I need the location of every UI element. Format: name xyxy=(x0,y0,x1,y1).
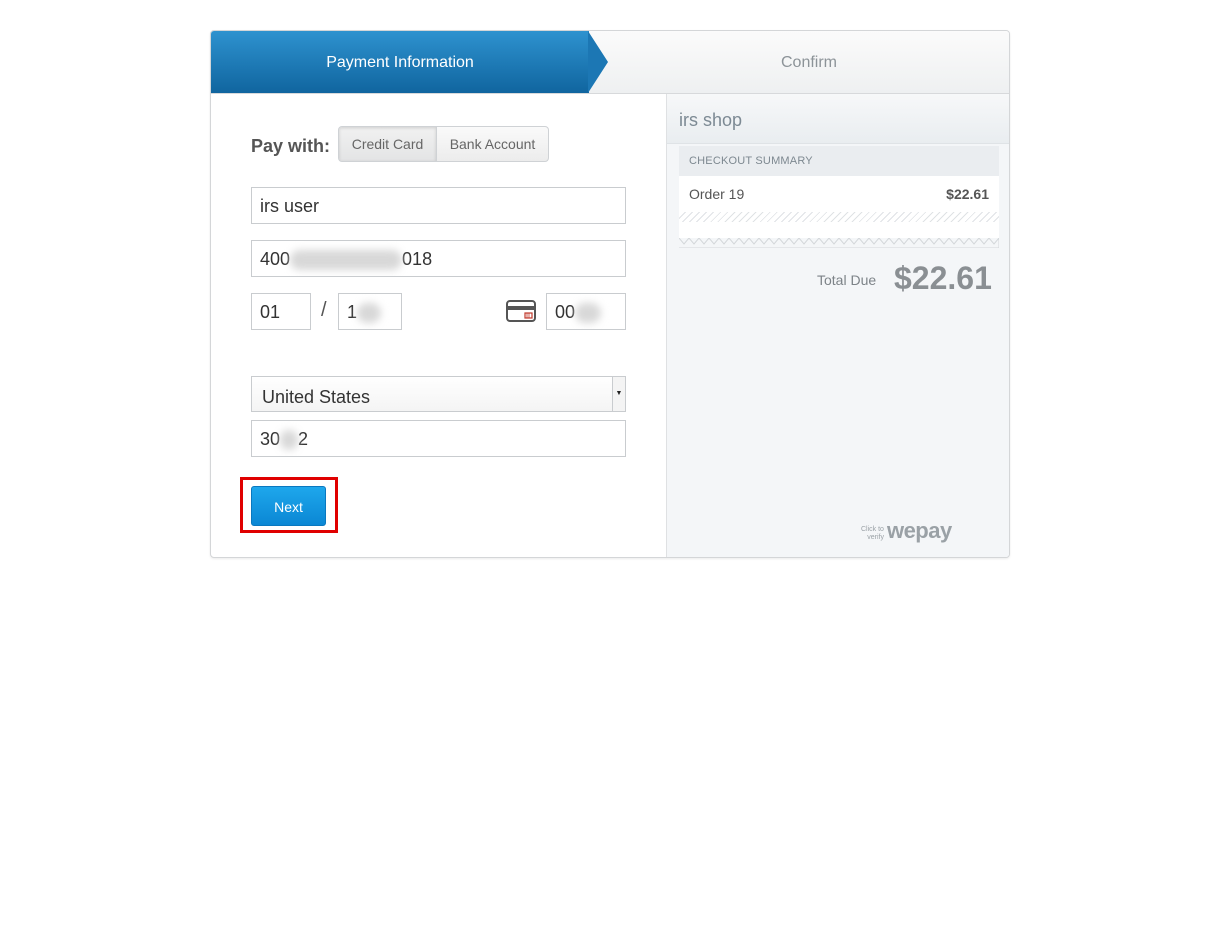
exp-month-input[interactable]: 01 xyxy=(251,293,311,330)
receipt-hatch xyxy=(679,212,999,222)
wepay-verify-link[interactable]: Click to verify wepay xyxy=(861,520,952,542)
checkout-widget: Payment Information Confirm Pay with: Cr… xyxy=(210,30,1010,558)
order-line: Order 19 $22.61 xyxy=(679,176,999,212)
card-number-end: 018 xyxy=(402,249,433,269)
next-button[interactable]: Next xyxy=(251,486,326,526)
exp-month-value: 01 xyxy=(260,302,281,322)
total-due-amount: $22.61 xyxy=(894,260,992,296)
progress-steps: Payment Information Confirm xyxy=(211,31,1009,94)
wepay-small-line-1: Click to xyxy=(861,526,884,533)
payment-method-toggle: Credit Card Bank Account xyxy=(338,126,549,162)
credit-card-tab[interactable]: Credit Card xyxy=(339,127,437,161)
country-select[interactable]: United States ▼ xyxy=(251,376,626,412)
card-number-redaction xyxy=(290,250,403,271)
zip-code-input[interactable]: 30 2 xyxy=(251,420,626,457)
checkout-summary-panel: irs shop CHECKOUT SUMMARY Order 19 $22.6… xyxy=(666,94,1009,557)
bank-account-tab[interactable]: Bank Account xyxy=(437,127,548,161)
exp-year-input[interactable]: 1 xyxy=(338,293,402,330)
step-payment-information: Payment Information xyxy=(326,54,474,71)
receipt-tail xyxy=(679,222,999,238)
card-number-input[interactable]: 400 018 xyxy=(251,240,626,277)
zip-code-redaction xyxy=(280,430,299,451)
exp-separator: / xyxy=(321,299,327,321)
checkout-summary-title: CHECKOUT SUMMARY xyxy=(679,146,999,176)
credit-card-icon xyxy=(506,300,536,322)
exp-year-redaction xyxy=(357,303,382,324)
country-value: United States xyxy=(262,387,371,407)
cvv-value: 00 xyxy=(555,302,576,322)
step-confirm: Confirm xyxy=(780,54,837,71)
shop-name: irs shop xyxy=(667,94,1009,144)
wepay-logo: wepay xyxy=(886,518,952,543)
cardholder-name-value: irs user xyxy=(260,196,320,216)
zip-code-end: 2 xyxy=(298,429,309,449)
wepay-click-to-verify: Click to verify xyxy=(861,526,884,542)
receipt: CHECKOUT SUMMARY Order 19 $22.61 xyxy=(679,146,999,248)
pay-with-label: Pay with: xyxy=(251,136,331,156)
card-number-start: 400 xyxy=(260,249,291,269)
receipt-zigzag-edge xyxy=(679,238,999,248)
order-label: Order 19 xyxy=(689,186,745,202)
step-arrow xyxy=(588,31,608,93)
order-amount: $22.61 xyxy=(946,186,989,202)
cardholder-name-input[interactable]: irs user xyxy=(251,187,626,224)
chevron-down-icon: ▼ xyxy=(612,377,625,411)
wepay-small-line-2: verify xyxy=(867,534,884,541)
cvv-redaction xyxy=(575,303,602,324)
cvv-input[interactable]: 00 xyxy=(546,293,626,330)
exp-year-value: 1 xyxy=(347,302,358,322)
payment-form: Pay with: Credit Card Bank Account irs u… xyxy=(211,94,666,557)
zip-code-start: 30 xyxy=(260,429,281,449)
total-due-label: Total Due xyxy=(817,272,877,288)
